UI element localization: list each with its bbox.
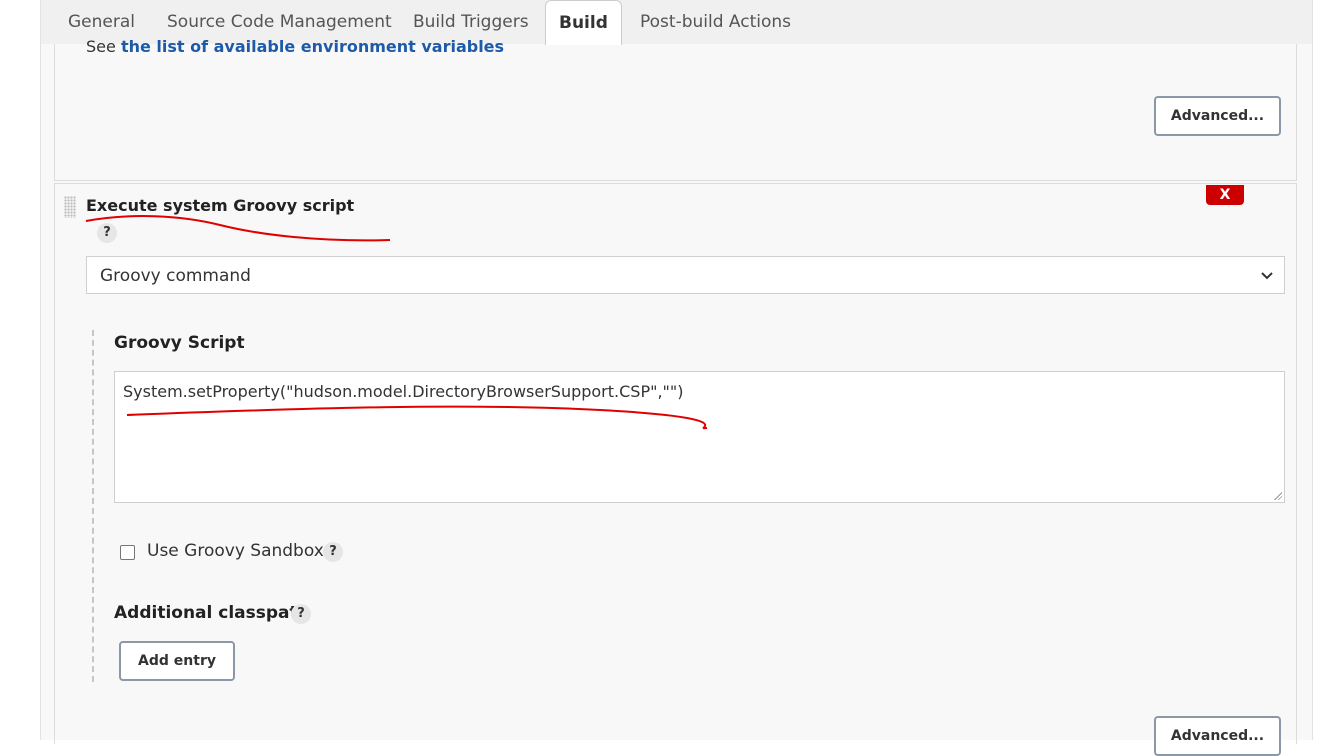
groovy-sandbox-checkbox[interactable] xyxy=(120,545,135,560)
resize-handle-icon[interactable] xyxy=(1274,492,1282,500)
delete-step-button[interactable]: X xyxy=(1206,185,1244,205)
env-vars-prefix: See xyxy=(86,37,116,56)
nested-section-border xyxy=(92,330,94,682)
groovy-script-value: System.setProperty("hudson.model.Directo… xyxy=(123,382,684,401)
groovy-script-label: Groovy Script xyxy=(114,333,245,353)
groovy-sandbox-label[interactable]: Use Groovy Sandbox xyxy=(147,541,324,561)
groovy-source-value: Groovy command xyxy=(100,266,251,286)
chevron-down-icon xyxy=(1260,258,1274,309)
add-entry-button[interactable]: Add entry xyxy=(119,641,235,681)
drag-handle-icon[interactable] xyxy=(64,196,76,218)
env-vars-link[interactable]: the list of available environment variab… xyxy=(121,37,504,56)
classpath-help-icon[interactable]: ? xyxy=(291,604,311,624)
step-title: Execute system Groovy script xyxy=(86,196,355,215)
advanced-button[interactable]: Advanced... xyxy=(1154,96,1281,136)
classpath-label: Additional classpath xyxy=(114,603,310,623)
sandbox-help-icon[interactable]: ? xyxy=(323,542,343,562)
step-advanced-button[interactable]: Advanced... xyxy=(1154,716,1281,756)
tab-build[interactable]: Build xyxy=(545,0,622,45)
tab-post-build-actions[interactable]: Post-build Actions xyxy=(640,0,791,44)
groovy-source-select[interactable]: Groovy command xyxy=(86,256,1285,294)
previous-build-step xyxy=(54,44,1297,181)
env-vars-hint: See the list of available environment va… xyxy=(86,37,504,56)
step-help-icon[interactable]: ? xyxy=(97,223,117,243)
groovy-script-textarea[interactable]: System.setProperty("hudson.model.Directo… xyxy=(114,371,1285,503)
